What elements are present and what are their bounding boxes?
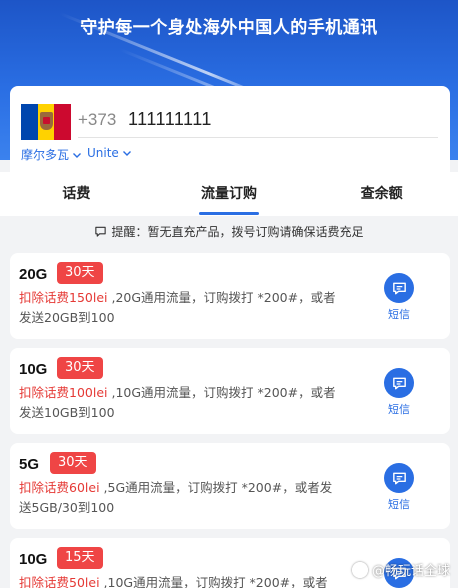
chevron-down-icon — [73, 152, 82, 158]
sms-icon — [392, 282, 406, 294]
package-description: 扣除话费100lei ,10G通用流量，订购拨打 *200#，或者发送10GB到… — [19, 383, 349, 423]
package-description: 扣除话费60lei ,5G通用流量，订购拨打 *200#，或者发送5GB/30到… — [19, 478, 349, 518]
sms-icon — [392, 472, 406, 484]
package-size: 10G — [19, 361, 48, 378]
moldova-flag-icon[interactable] — [21, 104, 72, 140]
notice-text: 提醒：暂无直充产品，拨号订购请确保话费充足 — [111, 224, 364, 239]
phone-number-input[interactable]: 111111111 — [128, 109, 212, 130]
sms-button[interactable] — [384, 368, 414, 398]
fee-text: 扣除话费150lei — [19, 290, 108, 305]
duration-badge: 15天 — [57, 547, 103, 569]
desc-line1: ,20G通用流量，订购拨打 *200#，或者 — [107, 290, 336, 305]
duration-badge: 30天 — [50, 452, 96, 474]
package-size: 5G — [19, 456, 40, 473]
package-size: 10G — [19, 551, 48, 568]
desc-line2: 送5GB/30到100 — [19, 500, 115, 515]
fee-text: 扣除话费100lei — [19, 385, 108, 400]
desc-line1: ,5G通用流量，订购拨打 *200#，或者发 — [99, 480, 333, 495]
desc-line2: 发送20GB到100 — [19, 310, 115, 325]
watermark: @畅玩话全球 — [351, 560, 450, 579]
package-description: 扣除话费50lei ,10G通用流量，订购拨打 *200#，或者 — [19, 573, 349, 588]
notice-bar: 提醒：暂无直充产品，拨号订购请确保话费充足 — [0, 218, 458, 244]
fee-text: 扣除话费50lei — [19, 575, 100, 588]
operator-selector[interactable]: Unite — [87, 146, 132, 160]
watermark-text: @畅玩话全球 — [371, 564, 450, 579]
desc-line2: 发送10GB到100 — [19, 405, 115, 420]
sms-icon — [392, 377, 406, 389]
fee-text: 扣除话费60lei — [19, 480, 100, 495]
operator-label: Unite — [87, 146, 119, 160]
package-card: 20G 30天 扣除话费150lei ,20G通用流量，订购拨打 *200#，或… — [10, 253, 450, 339]
duration-badge: 30天 — [57, 357, 103, 379]
divider — [78, 137, 438, 138]
page-title: 守护每一个身处海外中国人的手机通讯 — [80, 18, 378, 38]
duration-badge: 30天 — [57, 262, 103, 284]
country-label: 摩尔多瓦 — [21, 148, 70, 162]
desc-line1: ,10G通用流量，订购拨打 *200#，或者 — [99, 575, 328, 588]
country-selector[interactable]: 摩尔多瓦 — [21, 146, 82, 163]
tab-bar: 话费 流量订购 查余额 — [0, 172, 458, 216]
package-card: 10G 30天 扣除话费100lei ,10G通用流量，订购拨打 *200#，或… — [10, 348, 450, 434]
sms-label[interactable]: 短信 — [388, 496, 410, 512]
package-card: 5G 30天 扣除话费60lei ,5G通用流量，订购拨打 *200#，或者发送… — [10, 443, 450, 529]
watermark-logo-icon — [351, 561, 368, 578]
sms-button[interactable] — [384, 273, 414, 303]
phone-input-card: +373 111111111 摩尔多瓦 Unite — [10, 86, 450, 172]
tab-balance[interactable]: 查余额 — [305, 172, 458, 216]
country-code: +373 — [78, 110, 117, 129]
chevron-down-icon — [122, 151, 131, 156]
sms-label[interactable]: 短信 — [388, 306, 410, 322]
package-size: 20G — [19, 266, 48, 283]
tab-data-plans[interactable]: 流量订购 — [153, 172, 306, 216]
tab-topup[interactable]: 话费 — [0, 172, 153, 216]
sms-label[interactable]: 短信 — [388, 401, 410, 417]
package-description: 扣除话费150lei ,20G通用流量，订购拨打 *200#，或者发送20GB到… — [19, 288, 349, 328]
sms-button[interactable] — [384, 463, 414, 493]
desc-line1: ,10G通用流量，订购拨打 *200#，或者 — [107, 385, 336, 400]
message-icon — [95, 226, 107, 237]
